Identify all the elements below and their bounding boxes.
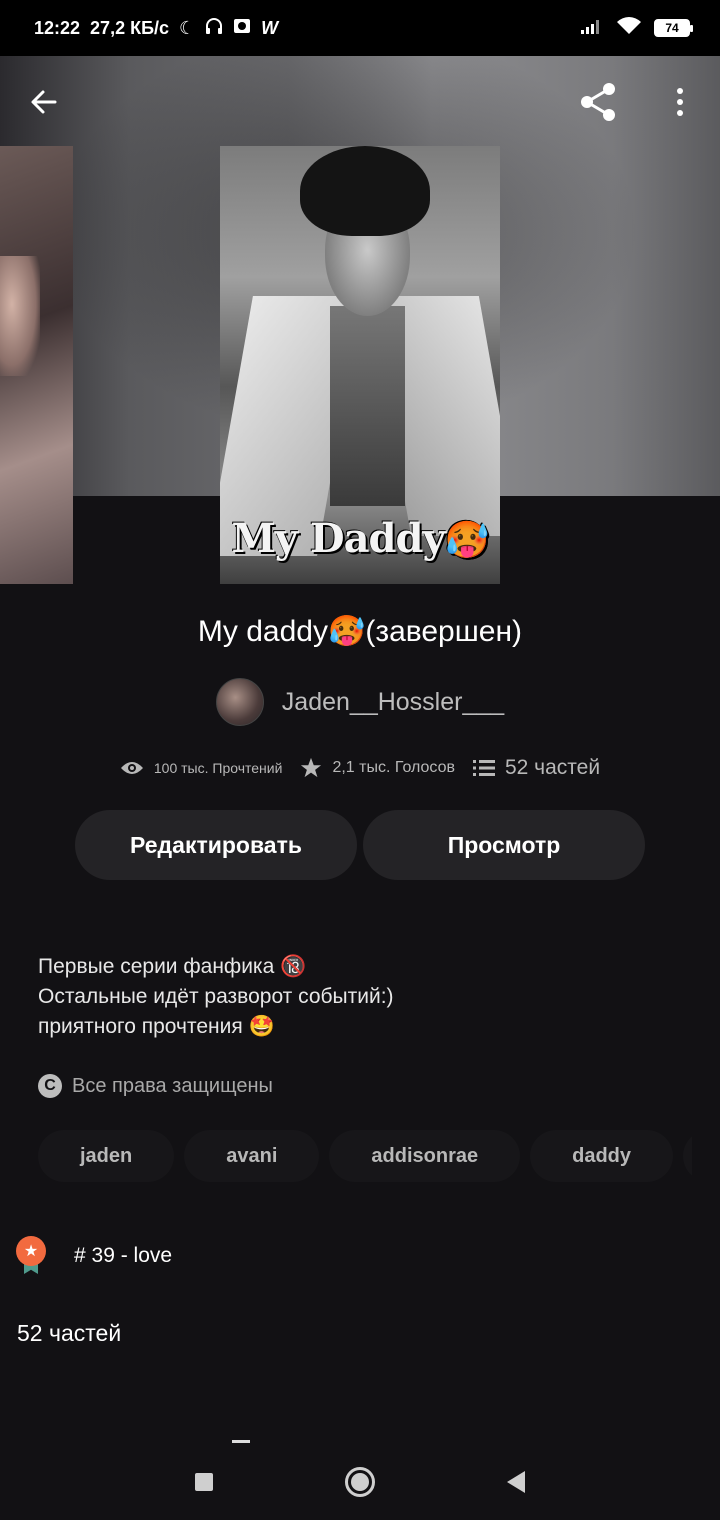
home-button[interactable]	[340, 1462, 380, 1502]
copyright-icon: C	[38, 1074, 62, 1098]
tag-item[interactable]: daddy	[530, 1130, 674, 1182]
camera-icon	[233, 17, 251, 40]
view-button[interactable]: Просмотр	[363, 810, 645, 880]
tag-item[interactable]: jaden	[38, 1130, 175, 1182]
share-icon	[581, 83, 615, 121]
reads-stat: 100 тыс. Прочтений	[120, 760, 283, 776]
ranking-row[interactable]: ★ # 39 - love	[16, 1236, 172, 1276]
parts-heading: 52 частей	[17, 1320, 122, 1346]
headphones-icon	[205, 17, 223, 40]
wifi-icon	[616, 16, 642, 41]
square-icon	[195, 1473, 213, 1491]
arrow-left-icon	[31, 90, 57, 114]
description-line-1: Первые серии фанфика 🔞	[38, 955, 307, 978]
story-description: Первые серии фанфика 🔞 Остальные идёт ра…	[38, 952, 678, 1042]
wattpad-icon: W	[261, 17, 279, 38]
author-link[interactable]: Jaden__Hossler___	[0, 678, 720, 726]
story-cover-image: My Daddy🥵	[220, 146, 500, 584]
cover-title-art: My Daddy🥵	[231, 515, 489, 562]
tag-item[interactable]: avani	[184, 1130, 320, 1182]
award-badge-icon: ★	[16, 1236, 46, 1276]
edit-button[interactable]: Редактировать	[75, 810, 357, 880]
status-left: 12:22 27,2 КБ/с ☾ W	[34, 17, 278, 40]
story-title: My daddy🥵(завершен)	[197, 615, 523, 648]
previous-story-cover[interactable]	[0, 146, 73, 584]
signal-icon	[580, 17, 604, 40]
description-line-3: приятного прочтения 🤩	[38, 1015, 275, 1038]
system-back-button[interactable]	[496, 1462, 536, 1502]
more-options-button[interactable]	[656, 78, 704, 126]
status-bar: 12:22 27,2 КБ/с ☾ W 74	[0, 0, 720, 56]
eye-icon	[120, 762, 143, 774]
battery-icon: 74	[654, 19, 693, 37]
story-stats: 100 тыс. Прочтений 2,1 тыс. Голосов 52 ч…	[0, 756, 720, 780]
tags-list: jaden avani addisonrae daddy jaden	[38, 1130, 692, 1182]
description-line-2: Остальные идёт разворот событий:)	[38, 985, 394, 1008]
scroll-indicator	[232, 1440, 250, 1443]
back-button[interactable]	[20, 78, 68, 126]
tag-item[interactable]: addisonrae	[329, 1130, 521, 1182]
more-vertical-icon	[677, 88, 683, 116]
votes-count: 2,1 тыс. Голосов	[332, 759, 455, 776]
star-icon	[301, 757, 322, 778]
list-icon	[472, 760, 495, 776]
status-right: 74	[580, 16, 693, 41]
parts-count: 52 частей	[504, 756, 601, 779]
circle-icon	[345, 1467, 375, 1497]
avatar[interactable]	[215, 678, 264, 726]
tag-item[interactable]: jaden	[683, 1130, 692, 1182]
copyright-info: C Все права защищены	[38, 1074, 273, 1098]
moon-icon: ☾	[179, 17, 196, 38]
copyright-label: Все права защищены	[72, 1074, 273, 1097]
votes-stat: 2,1 тыс. Голосов	[300, 757, 455, 779]
status-time: 12:22	[34, 17, 81, 38]
share-button[interactable]	[574, 78, 622, 126]
author-name[interactable]: Jaden__Hossler___	[282, 688, 504, 717]
parts-stat: 52 частей	[472, 756, 601, 780]
reads-count: 100 тыс. Прочтений	[153, 760, 283, 776]
recent-apps-button[interactable]	[184, 1462, 224, 1502]
status-speed: 27,2 КБ/с	[90, 17, 170, 38]
triangle-back-icon	[507, 1471, 525, 1493]
system-nav-bar	[0, 1444, 720, 1520]
ranking-label: # 39 - love	[74, 1244, 173, 1267]
